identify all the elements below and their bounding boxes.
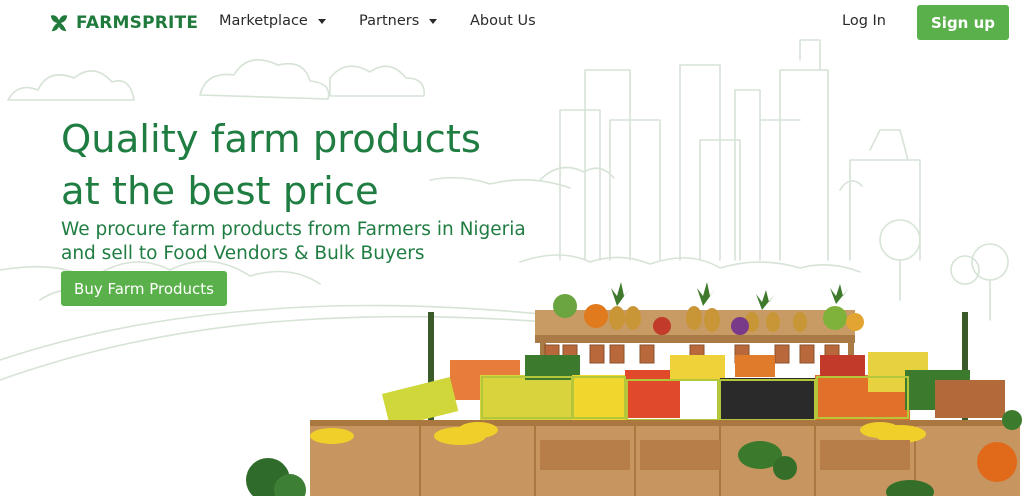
brand-logo[interactable]: FARMSPRITE: [48, 10, 198, 36]
chevron-down-icon: [317, 18, 326, 24]
nav-partners-label: Partners: [359, 13, 420, 29]
nav-marketplace[interactable]: Marketplace: [219, 13, 326, 29]
brand-name: FARMSPRITE: [76, 13, 199, 33]
hero-title-line1: Quality farm products: [61, 117, 481, 162]
signup-button[interactable]: Sign up: [917, 5, 1009, 40]
nav-about-us[interactable]: About Us: [470, 13, 536, 29]
chevron-down-icon: [429, 18, 438, 24]
hero-subtitle-line1: We procure farm products from Farmers in…: [61, 219, 526, 240]
leaf-logo-icon: [50, 15, 68, 32]
buy-farm-products-button[interactable]: Buy Farm Products: [61, 271, 227, 306]
hero-title-line2: at the best price: [61, 169, 379, 214]
nav-about-us-label: About Us: [470, 13, 536, 29]
hero-title: Quality farm products at the best price: [61, 114, 621, 218]
nav-partners[interactable]: Partners: [359, 13, 438, 29]
nav-marketplace-label: Marketplace: [219, 13, 308, 29]
market-stall-illustration: [246, 282, 1022, 496]
login-link[interactable]: Log In: [842, 13, 886, 29]
hero-subtitle-line2: and sell to Food Vendors & Bulk Buyers: [61, 243, 425, 264]
top-navigation: FARMSPRITE Marketplace Partners About Us…: [0, 0, 1024, 46]
hero-subtitle: We procure farm products from Farmers in…: [61, 218, 601, 266]
